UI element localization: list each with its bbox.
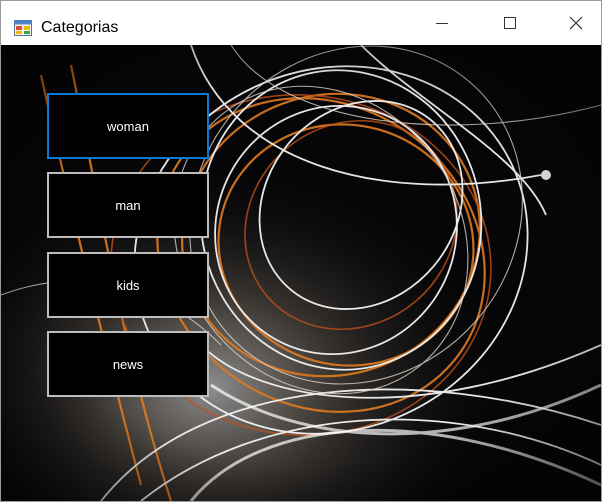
woman-button[interactable]: woman (47, 93, 209, 159)
maximize-button[interactable] (487, 1, 533, 45)
minimize-icon (436, 23, 448, 24)
categorias-window: Categorias woman man kids news (0, 0, 602, 502)
news-button[interactable]: news (47, 331, 209, 397)
app-form-icon (14, 20, 32, 36)
form-client-area: woman man kids news (1, 45, 601, 501)
title-bar[interactable]: Categorias (1, 1, 601, 45)
maximize-icon (504, 17, 516, 29)
window-title: Categorias (41, 19, 119, 36)
close-button[interactable] (553, 1, 599, 45)
minimize-button[interactable] (419, 1, 465, 45)
close-icon (569, 16, 583, 30)
man-button[interactable]: man (47, 172, 209, 238)
kids-button[interactable]: kids (47, 252, 209, 318)
